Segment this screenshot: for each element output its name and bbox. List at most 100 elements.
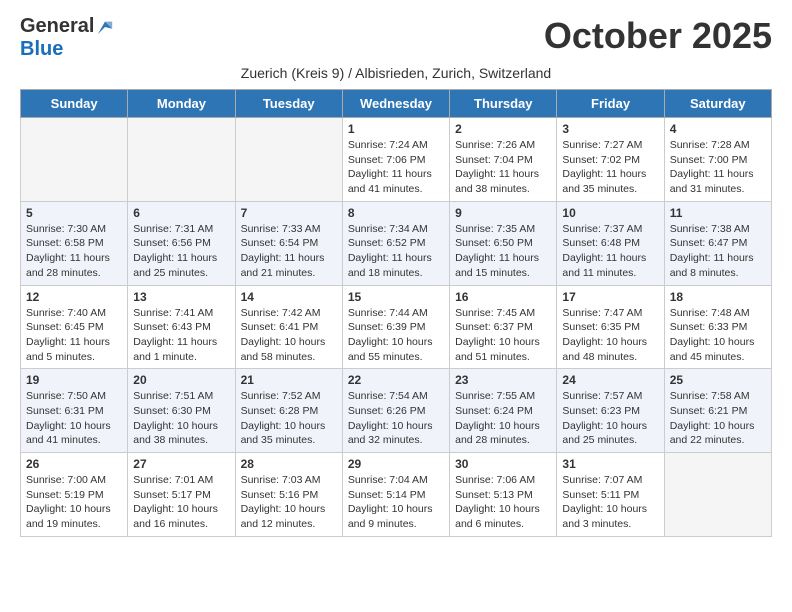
- day-info: Sunrise: 7:00 AMSunset: 5:19 PMDaylight:…: [26, 473, 122, 532]
- week-row-4: 19 Sunrise: 7:50 AMSunset: 6:31 PMDayligh…: [21, 369, 772, 453]
- day-number: 25: [670, 373, 766, 387]
- day-info: Sunrise: 7:33 AMSunset: 6:54 PMDaylight:…: [241, 222, 337, 281]
- day-number: 23: [455, 373, 551, 387]
- calendar-cell: 12Sunrise: 7:40 AMSunset: 6:45 PMDayligh…: [21, 285, 128, 369]
- day-number: 2: [455, 122, 551, 136]
- day-info: Sunrise: 7:27 AMSunset: 7:02 PMDaylight:…: [562, 138, 658, 197]
- header-row: Sunday Monday Tuesday Wednesday Thursday…: [21, 90, 772, 118]
- calendar-cell: [235, 118, 342, 202]
- calendar-cell: 18 Sunrise: 7:48 AMSunset: 6:33 PMDayligh…: [664, 285, 771, 369]
- day-number: 17: [562, 290, 658, 304]
- calendar-cell: 20 Sunrise: 7:51 AMSunset: 6:30 PMDayligh…: [128, 369, 235, 453]
- calendar-cell: 28 Sunrise: 7:03 AMSunset: 5:16 PMDayligh…: [235, 453, 342, 537]
- day-info: Sunrise: 7:45 AMSunset: 6:37 PMDaylight:…: [455, 306, 551, 365]
- calendar-cell: 2 Sunrise: 7:26 AMSunset: 7:04 PMDaylight…: [450, 118, 557, 202]
- calendar-table: Sunday Monday Tuesday Wednesday Thursday…: [20, 89, 772, 537]
- calendar-cell: 15Sunrise: 7:44 AMSunset: 6:39 PMDayligh…: [342, 285, 449, 369]
- calendar-cell: 25 Sunrise: 7:58 AMSunset: 6:21 PMDayligh…: [664, 369, 771, 453]
- calendar-cell: 29 Sunrise: 7:04 AMSunset: 5:14 PMDayligh…: [342, 453, 449, 537]
- logo: General Blue: [20, 15, 114, 61]
- day-info: Sunrise: 7:07 AMSunset: 5:11 PMDaylight:…: [562, 473, 658, 532]
- week-row-5: 26Sunrise: 7:00 AMSunset: 5:19 PMDayligh…: [21, 453, 772, 537]
- col-friday: Friday: [557, 90, 664, 118]
- day-info: Sunrise: 7:31 AMSunset: 6:56 PMDaylight:…: [133, 222, 229, 281]
- calendar-cell: 31 Sunrise: 7:07 AMSunset: 5:11 PMDayligh…: [557, 453, 664, 537]
- day-number: 12: [26, 290, 122, 304]
- calendar-cell: 27Sunrise: 7:01 AMSunset: 5:17 PMDayligh…: [128, 453, 235, 537]
- day-info: Sunrise: 7:38 AMSunset: 6:47 PMDaylight:…: [670, 222, 766, 281]
- day-info: Sunrise: 7:26 AMSunset: 7:04 PMDaylight:…: [455, 138, 551, 197]
- day-info: Sunrise: 7:34 AMSunset: 6:52 PMDaylight:…: [348, 222, 444, 281]
- day-number: 11: [670, 206, 766, 220]
- calendar-cell: 11 Sunrise: 7:38 AMSunset: 6:47 PMDayligh…: [664, 201, 771, 285]
- day-number: 30: [455, 457, 551, 471]
- header: General Blue October 2025: [20, 15, 772, 61]
- col-wednesday: Wednesday: [342, 90, 449, 118]
- calendar-cell: 4 Sunrise: 7:28 AMSunset: 7:00 PMDaylight…: [664, 118, 771, 202]
- week-row-2: 5Sunrise: 7:30 AMSunset: 6:58 PMDaylight…: [21, 201, 772, 285]
- week-row-1: 1 Sunrise: 7:24 AMSunset: 7:06 PMDaylight…: [21, 118, 772, 202]
- day-number: 20: [133, 373, 229, 387]
- day-number: 13: [133, 290, 229, 304]
- day-number: 22: [348, 373, 444, 387]
- day-number: 24: [562, 373, 658, 387]
- col-tuesday: Tuesday: [235, 90, 342, 118]
- day-info: Sunrise: 7:48 AMSunset: 6:33 PMDaylight:…: [670, 306, 766, 365]
- day-number: 4: [670, 122, 766, 136]
- day-info: Sunrise: 7:30 AMSunset: 6:58 PMDaylight:…: [26, 222, 122, 281]
- day-number: 6: [133, 206, 229, 220]
- day-info: Sunrise: 7:54 AMSunset: 6:26 PMDaylight:…: [348, 389, 444, 448]
- calendar-cell: 9 Sunrise: 7:35 AMSunset: 6:50 PMDaylight…: [450, 201, 557, 285]
- day-number: 31: [562, 457, 658, 471]
- day-info: Sunrise: 7:24 AMSunset: 7:06 PMDaylight:…: [348, 138, 444, 197]
- day-info: Sunrise: 7:41 AMSunset: 6:43 PMDaylight:…: [133, 306, 229, 365]
- day-number: 14: [241, 290, 337, 304]
- day-number: 1: [348, 122, 444, 136]
- day-info: Sunrise: 7:55 AMSunset: 6:24 PMDaylight:…: [455, 389, 551, 448]
- calendar-cell: 13 Sunrise: 7:41 AMSunset: 6:43 PMDayligh…: [128, 285, 235, 369]
- day-info: Sunrise: 7:44 AMSunset: 6:39 PMDaylight:…: [348, 306, 444, 365]
- calendar-cell: 23 Sunrise: 7:55 AMSunset: 6:24 PMDayligh…: [450, 369, 557, 453]
- day-info: Sunrise: 7:57 AMSunset: 6:23 PMDaylight:…: [562, 389, 658, 448]
- month-title: October 2025: [544, 15, 772, 57]
- calendar-cell: [128, 118, 235, 202]
- day-info: Sunrise: 7:50 AMSunset: 6:31 PMDaylight:…: [26, 389, 122, 448]
- day-number: 29: [348, 457, 444, 471]
- day-number: 3: [562, 122, 658, 136]
- day-info: Sunrise: 7:03 AMSunset: 5:16 PMDaylight:…: [241, 473, 337, 532]
- day-info: Sunrise: 7:01 AMSunset: 5:17 PMDaylight:…: [133, 473, 229, 532]
- subtitle: Zuerich (Kreis 9) / Albisrieden, Zurich,…: [20, 65, 772, 81]
- day-number: 8: [348, 206, 444, 220]
- calendar-cell: 8 Sunrise: 7:34 AMSunset: 6:52 PMDaylight…: [342, 201, 449, 285]
- col-thursday: Thursday: [450, 90, 557, 118]
- day-info: Sunrise: 7:04 AMSunset: 5:14 PMDaylight:…: [348, 473, 444, 532]
- week-row-3: 12Sunrise: 7:40 AMSunset: 6:45 PMDayligh…: [21, 285, 772, 369]
- day-number: 19: [26, 373, 122, 387]
- calendar-cell: 26Sunrise: 7:00 AMSunset: 5:19 PMDayligh…: [21, 453, 128, 537]
- day-info: Sunrise: 7:42 AMSunset: 6:41 PMDaylight:…: [241, 306, 337, 365]
- calendar-cell: 14 Sunrise: 7:42 AMSunset: 6:41 PMDayligh…: [235, 285, 342, 369]
- day-number: 10: [562, 206, 658, 220]
- day-info: Sunrise: 7:52 AMSunset: 6:28 PMDaylight:…: [241, 389, 337, 448]
- day-number: 18: [670, 290, 766, 304]
- page: General Blue October 2025 Zuerich (Kreis…: [0, 0, 792, 547]
- day-number: 9: [455, 206, 551, 220]
- day-number: 28: [241, 457, 337, 471]
- calendar-cell: 7 Sunrise: 7:33 AMSunset: 6:54 PMDaylight…: [235, 201, 342, 285]
- calendar-cell: 24 Sunrise: 7:57 AMSunset: 6:23 PMDayligh…: [557, 369, 664, 453]
- calendar-cell: 21Sunrise: 7:52 AMSunset: 6:28 PMDayligh…: [235, 369, 342, 453]
- calendar-cell: 19 Sunrise: 7:50 AMSunset: 6:31 PMDayligh…: [21, 369, 128, 453]
- calendar-cell: 22 Sunrise: 7:54 AMSunset: 6:26 PMDayligh…: [342, 369, 449, 453]
- day-info: Sunrise: 7:47 AMSunset: 6:35 PMDaylight:…: [562, 306, 658, 365]
- logo-icon: [96, 18, 114, 36]
- logo-blue: Blue: [20, 38, 63, 60]
- day-info: Sunrise: 7:35 AMSunset: 6:50 PMDaylight:…: [455, 222, 551, 281]
- day-info: Sunrise: 7:51 AMSunset: 6:30 PMDaylight:…: [133, 389, 229, 448]
- calendar-cell: 1 Sunrise: 7:24 AMSunset: 7:06 PMDaylight…: [342, 118, 449, 202]
- day-info: Sunrise: 7:28 AMSunset: 7:00 PMDaylight:…: [670, 138, 766, 197]
- day-number: 7: [241, 206, 337, 220]
- calendar-cell: 17 Sunrise: 7:47 AMSunset: 6:35 PMDayligh…: [557, 285, 664, 369]
- col-monday: Monday: [128, 90, 235, 118]
- day-info: Sunrise: 7:58 AMSunset: 6:21 PMDaylight:…: [670, 389, 766, 448]
- day-info: Sunrise: 7:06 AMSunset: 5:13 PMDaylight:…: [455, 473, 551, 532]
